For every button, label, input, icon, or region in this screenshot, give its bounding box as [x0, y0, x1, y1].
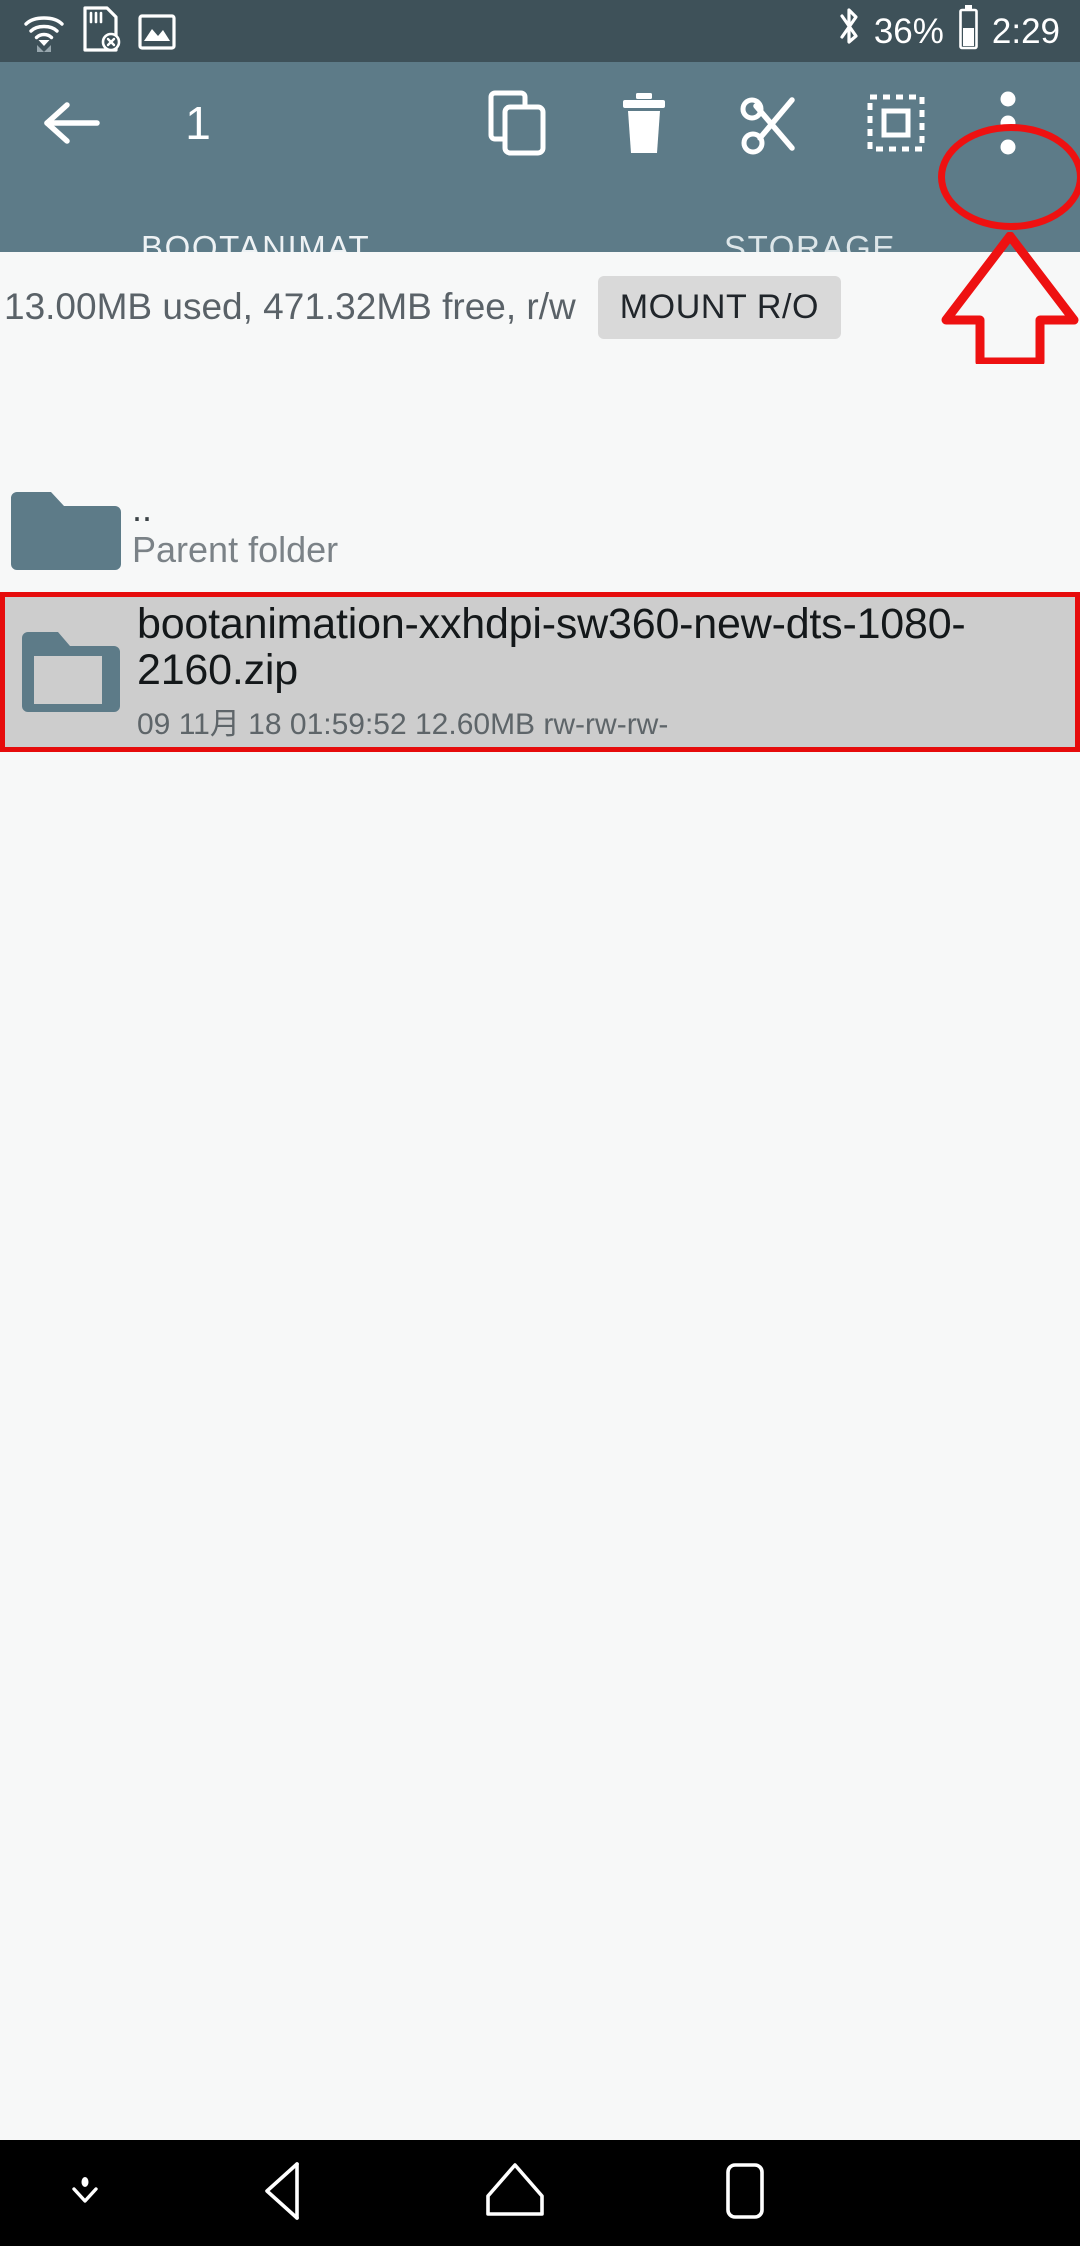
back-arrow-icon[interactable]: [26, 77, 118, 169]
back-triangle-icon: [257, 2160, 313, 2227]
cut-scissors-icon[interactable]: [724, 77, 816, 169]
file-name: bootanimation-xxhdpi-sw360-new-dts-1080-…: [137, 599, 966, 694]
recents-square-icon: [718, 2160, 772, 2227]
folder-outline-icon: [5, 624, 137, 720]
phone-screen: 36% 2:29 1 BOOTANIMAT... STORAGE 13.00MB…: [0, 0, 1080, 2246]
battery-icon: [954, 3, 982, 60]
battery-percent-label: 36%: [873, 11, 944, 51]
file-list: .. Parent folder bootanimation-xxhdpi-sw…: [0, 470, 1080, 752]
file-name: ..: [132, 487, 153, 529]
delete-trash-icon[interactable]: [598, 77, 690, 169]
app-bar: 1 BOOTANIMAT... STORAGE: [0, 62, 1080, 312]
sdcard-error-icon: [80, 5, 122, 58]
select-all-icon[interactable]: [850, 77, 942, 169]
mount-ro-button[interactable]: MOUNT R/O: [597, 275, 842, 339]
wifi-icon: [22, 11, 66, 58]
nav-hide-button[interactable]: [0, 2140, 170, 2246]
file-metadata: 09 11月 18 01:59:52 12.60MB rw-rw-rw-: [137, 708, 669, 742]
status-bar-left-icons: [22, 5, 178, 58]
nav-recents-button[interactable]: [630, 2140, 860, 2246]
nav-back-button[interactable]: [170, 2140, 400, 2246]
list-item-selected[interactable]: bootanimation-xxhdpi-sw360-new-dts-1080-…: [0, 592, 1080, 752]
list-item-text: bootanimation-xxhdpi-sw360-new-dts-1080-…: [137, 599, 997, 744]
nav-home-button[interactable]: [400, 2140, 630, 2246]
selection-toolbar: 1: [0, 62, 1080, 184]
home-icon: [482, 2160, 548, 2227]
bluetooth-icon: [834, 4, 864, 59]
chevron-down-icon: [62, 2168, 108, 2219]
screenshot-image-icon: [136, 11, 178, 58]
system-navigation-bar: [0, 2140, 1080, 2246]
selection-count-label: 1: [185, 97, 211, 149]
status-bar-right-cluster: 36% 2:29: [834, 0, 1060, 62]
overflow-menu-icon[interactable]: [962, 77, 1054, 169]
storage-info-bar: 13.00MB used, 471.32MB free, r/w MOUNT R…: [0, 252, 1080, 362]
folder-filled-icon: [0, 488, 132, 574]
file-subtitle: Parent folder: [132, 529, 339, 571]
list-item[interactable]: .. Parent folder: [0, 470, 1080, 592]
copy-icon[interactable]: [472, 77, 564, 169]
storage-usage-label: 13.00MB used, 471.32MB free, r/w: [4, 286, 576, 327]
list-item-text: .. Parent folder: [132, 487, 339, 573]
status-bar-clock: 2:29: [991, 11, 1060, 51]
status-bar: 36% 2:29: [0, 0, 1080, 62]
